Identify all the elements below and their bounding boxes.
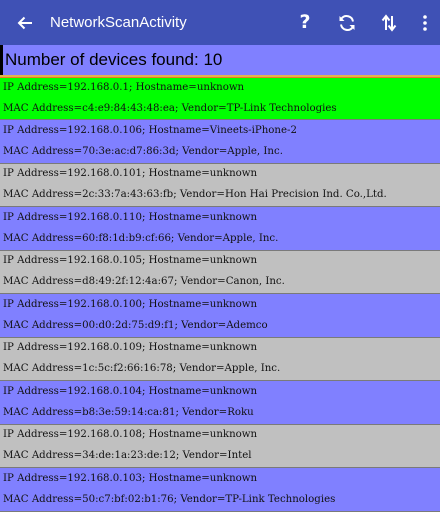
device-mac-line: MAC Address=70:3e:ac:d7:86:3d; Vendor=Ap… — [3, 145, 283, 157]
device-ip-line: IP Address=192.168.0.108; Hostname=unkno… — [3, 429, 258, 441]
device-mac-line: MAC Address=b8:3e:59:14:ca:81; Vendor=Ro… — [3, 406, 254, 418]
device-list-item[interactable]: IP Address=192.168.0.110; Hostname=unkno… — [0, 207, 440, 251]
device-ip-line: IP Address=192.168.0.109; Hostname=unkno… — [3, 342, 258, 354]
device-list-item[interactable]: IP Address=192.168.0.108; Hostname=unkno… — [0, 424, 440, 468]
help-icon: ? — [299, 11, 311, 33]
toolbar-title: NetworkScanActivity — [50, 14, 187, 31]
device-ip-line: IP Address=192.168.0.106; Hostname=Vinee… — [3, 124, 297, 136]
device-list-item[interactable]: IP Address=192.168.0.106; Hostname=Vinee… — [0, 120, 440, 164]
device-list-item[interactable]: IP Address=192.168.0.109; Hostname=unkno… — [0, 337, 440, 381]
device-count-bar: Number of devices found: 10 — [0, 45, 440, 75]
device-mac-line: MAC Address=2c:33:7a:43:63:fb; Vendor=Ho… — [3, 189, 387, 201]
device-mac-line: MAC Address=34:de:1a:23:de:12; Vendor=In… — [3, 450, 252, 462]
device-list-item[interactable]: IP Address=192.168.0.1; Hostname=unknown… — [0, 78, 440, 120]
device-mac-line: MAC Address=1c:5c:f2:66:16:78; Vendor=Ap… — [3, 363, 281, 375]
device-ip-line: IP Address=192.168.0.105; Hostname=unkno… — [3, 255, 258, 267]
overflow-menu-button[interactable] — [410, 0, 440, 45]
device-mac-line: MAC Address=50:c7:bf:02:b1:76; Vendor=TP… — [3, 493, 336, 505]
device-list-item[interactable]: IP Address=192.168.0.101; Hostname=unkno… — [0, 163, 440, 207]
sort-icon — [381, 13, 397, 32]
device-list: IP Address=192.168.0.1; Hostname=unknown… — [0, 78, 440, 512]
device-ip-line: IP Address=192.168.0.110; Hostname=unkno… — [3, 211, 258, 223]
device-count-text: Number of devices found: 10 — [5, 50, 223, 69]
overflow-menu-icon — [423, 14, 427, 31]
refresh-button[interactable] — [326, 0, 368, 45]
device-mac-line: MAC Address=60:f8:1d:b9:cf:66; Vendor=Ap… — [3, 232, 279, 244]
device-ip-line: IP Address=192.168.0.101; Hostname=unkno… — [3, 168, 258, 180]
app-toolbar: NetworkScanActivity ? — [0, 0, 440, 45]
device-ip-line: IP Address=192.168.0.103; Hostname=unkno… — [3, 472, 258, 484]
device-mac-line: MAC Address=00:d0:2d:75:d9:f1; Vendor=Ad… — [3, 319, 268, 331]
refresh-icon — [339, 14, 355, 31]
device-ip-line: IP Address=192.168.0.1; Hostname=unknown — [3, 82, 245, 94]
device-list-item[interactable]: IP Address=192.168.0.103; Hostname=unkno… — [0, 468, 440, 512]
device-mac-line: MAC Address=c4:e9:84:43:48:ea; Vendor=TP… — [3, 102, 337, 114]
device-ip-line: IP Address=192.168.0.104; Hostname=unkno… — [3, 385, 258, 397]
arrow-back-icon — [17, 16, 32, 29]
device-list-item[interactable]: IP Address=192.168.0.104; Hostname=unkno… — [0, 381, 440, 425]
sort-button[interactable] — [368, 0, 410, 45]
network-scan-screen: NetworkScanActivity ? Number of devices … — [0, 0, 440, 512]
device-list-item[interactable]: IP Address=192.168.0.100; Hostname=unkno… — [0, 294, 440, 338]
help-button[interactable]: ? — [284, 0, 326, 45]
device-mac-line: MAC Address=d8:49:2f:12:4a:67; Vendor=Ca… — [3, 276, 285, 288]
back-button[interactable] — [0, 0, 50, 45]
device-ip-line: IP Address=192.168.0.100; Hostname=unkno… — [3, 298, 258, 310]
device-list-item[interactable]: IP Address=192.168.0.105; Hostname=unkno… — [0, 250, 440, 294]
